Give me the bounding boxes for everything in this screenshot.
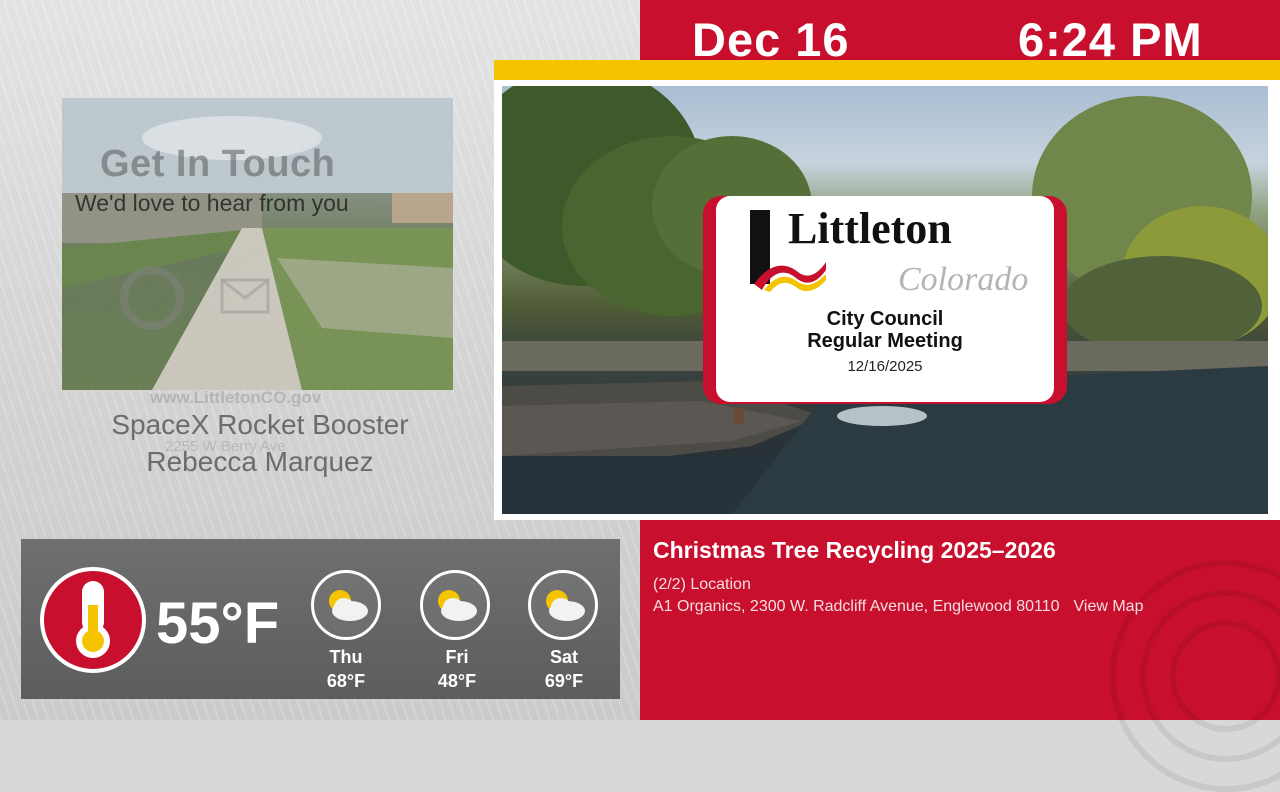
forecast-temp: 68°F [326, 671, 366, 691]
announcement-title: Christmas Tree Recycling 2025–2026 [653, 537, 1056, 563]
forecast-day-label: Fri [445, 647, 469, 667]
logo-wordmark: Littleton [788, 204, 952, 253]
meeting-title-line1: City Council [826, 308, 944, 330]
contact-subheading: We'd love to hear from you [75, 190, 349, 216]
logo-subtitle: Colorado [898, 261, 1029, 298]
forecast-temp: 48°F [437, 671, 477, 691]
current-temperature: 55°F [156, 591, 280, 656]
partly-cloudy-icon [311, 570, 381, 640]
logo-wave-icon [754, 262, 826, 292]
forecast-temp: 69°F [544, 671, 584, 691]
announcement-address: A1 Organics, 2300 W. Radcliff Avenue, En… [653, 598, 1060, 615]
credit-line-2: Rebecca Marquez [146, 446, 374, 477]
announcement-detail-row: A1 Organics, 2300 W. Radcliff Avenue, En… [653, 598, 1143, 616]
decorative-ring [1170, 620, 1280, 732]
view-map-link[interactable]: View Map [1074, 598, 1144, 615]
partly-cloudy-icon [528, 570, 598, 640]
credit-line-1: SpaceX Rocket Booster [111, 409, 409, 440]
partly-cloudy-icon [420, 570, 490, 640]
meeting-title: City Council Regular Meeting [716, 308, 1054, 352]
thermometer-icon [40, 567, 146, 673]
meeting-date: 12/16/2025 [847, 358, 923, 375]
contact-website: www.LittletonCO.gov [150, 388, 322, 407]
meeting-title-line2: Regular Meeting [807, 330, 963, 352]
contact-heading: Get In Touch [100, 143, 336, 185]
header-accent-bar [494, 60, 1280, 80]
forecast-day-label: Thu [329, 647, 363, 667]
forecast-day-label: Sat [549, 647, 578, 667]
announcement-subtitle: (2/2) Location [653, 576, 751, 593]
